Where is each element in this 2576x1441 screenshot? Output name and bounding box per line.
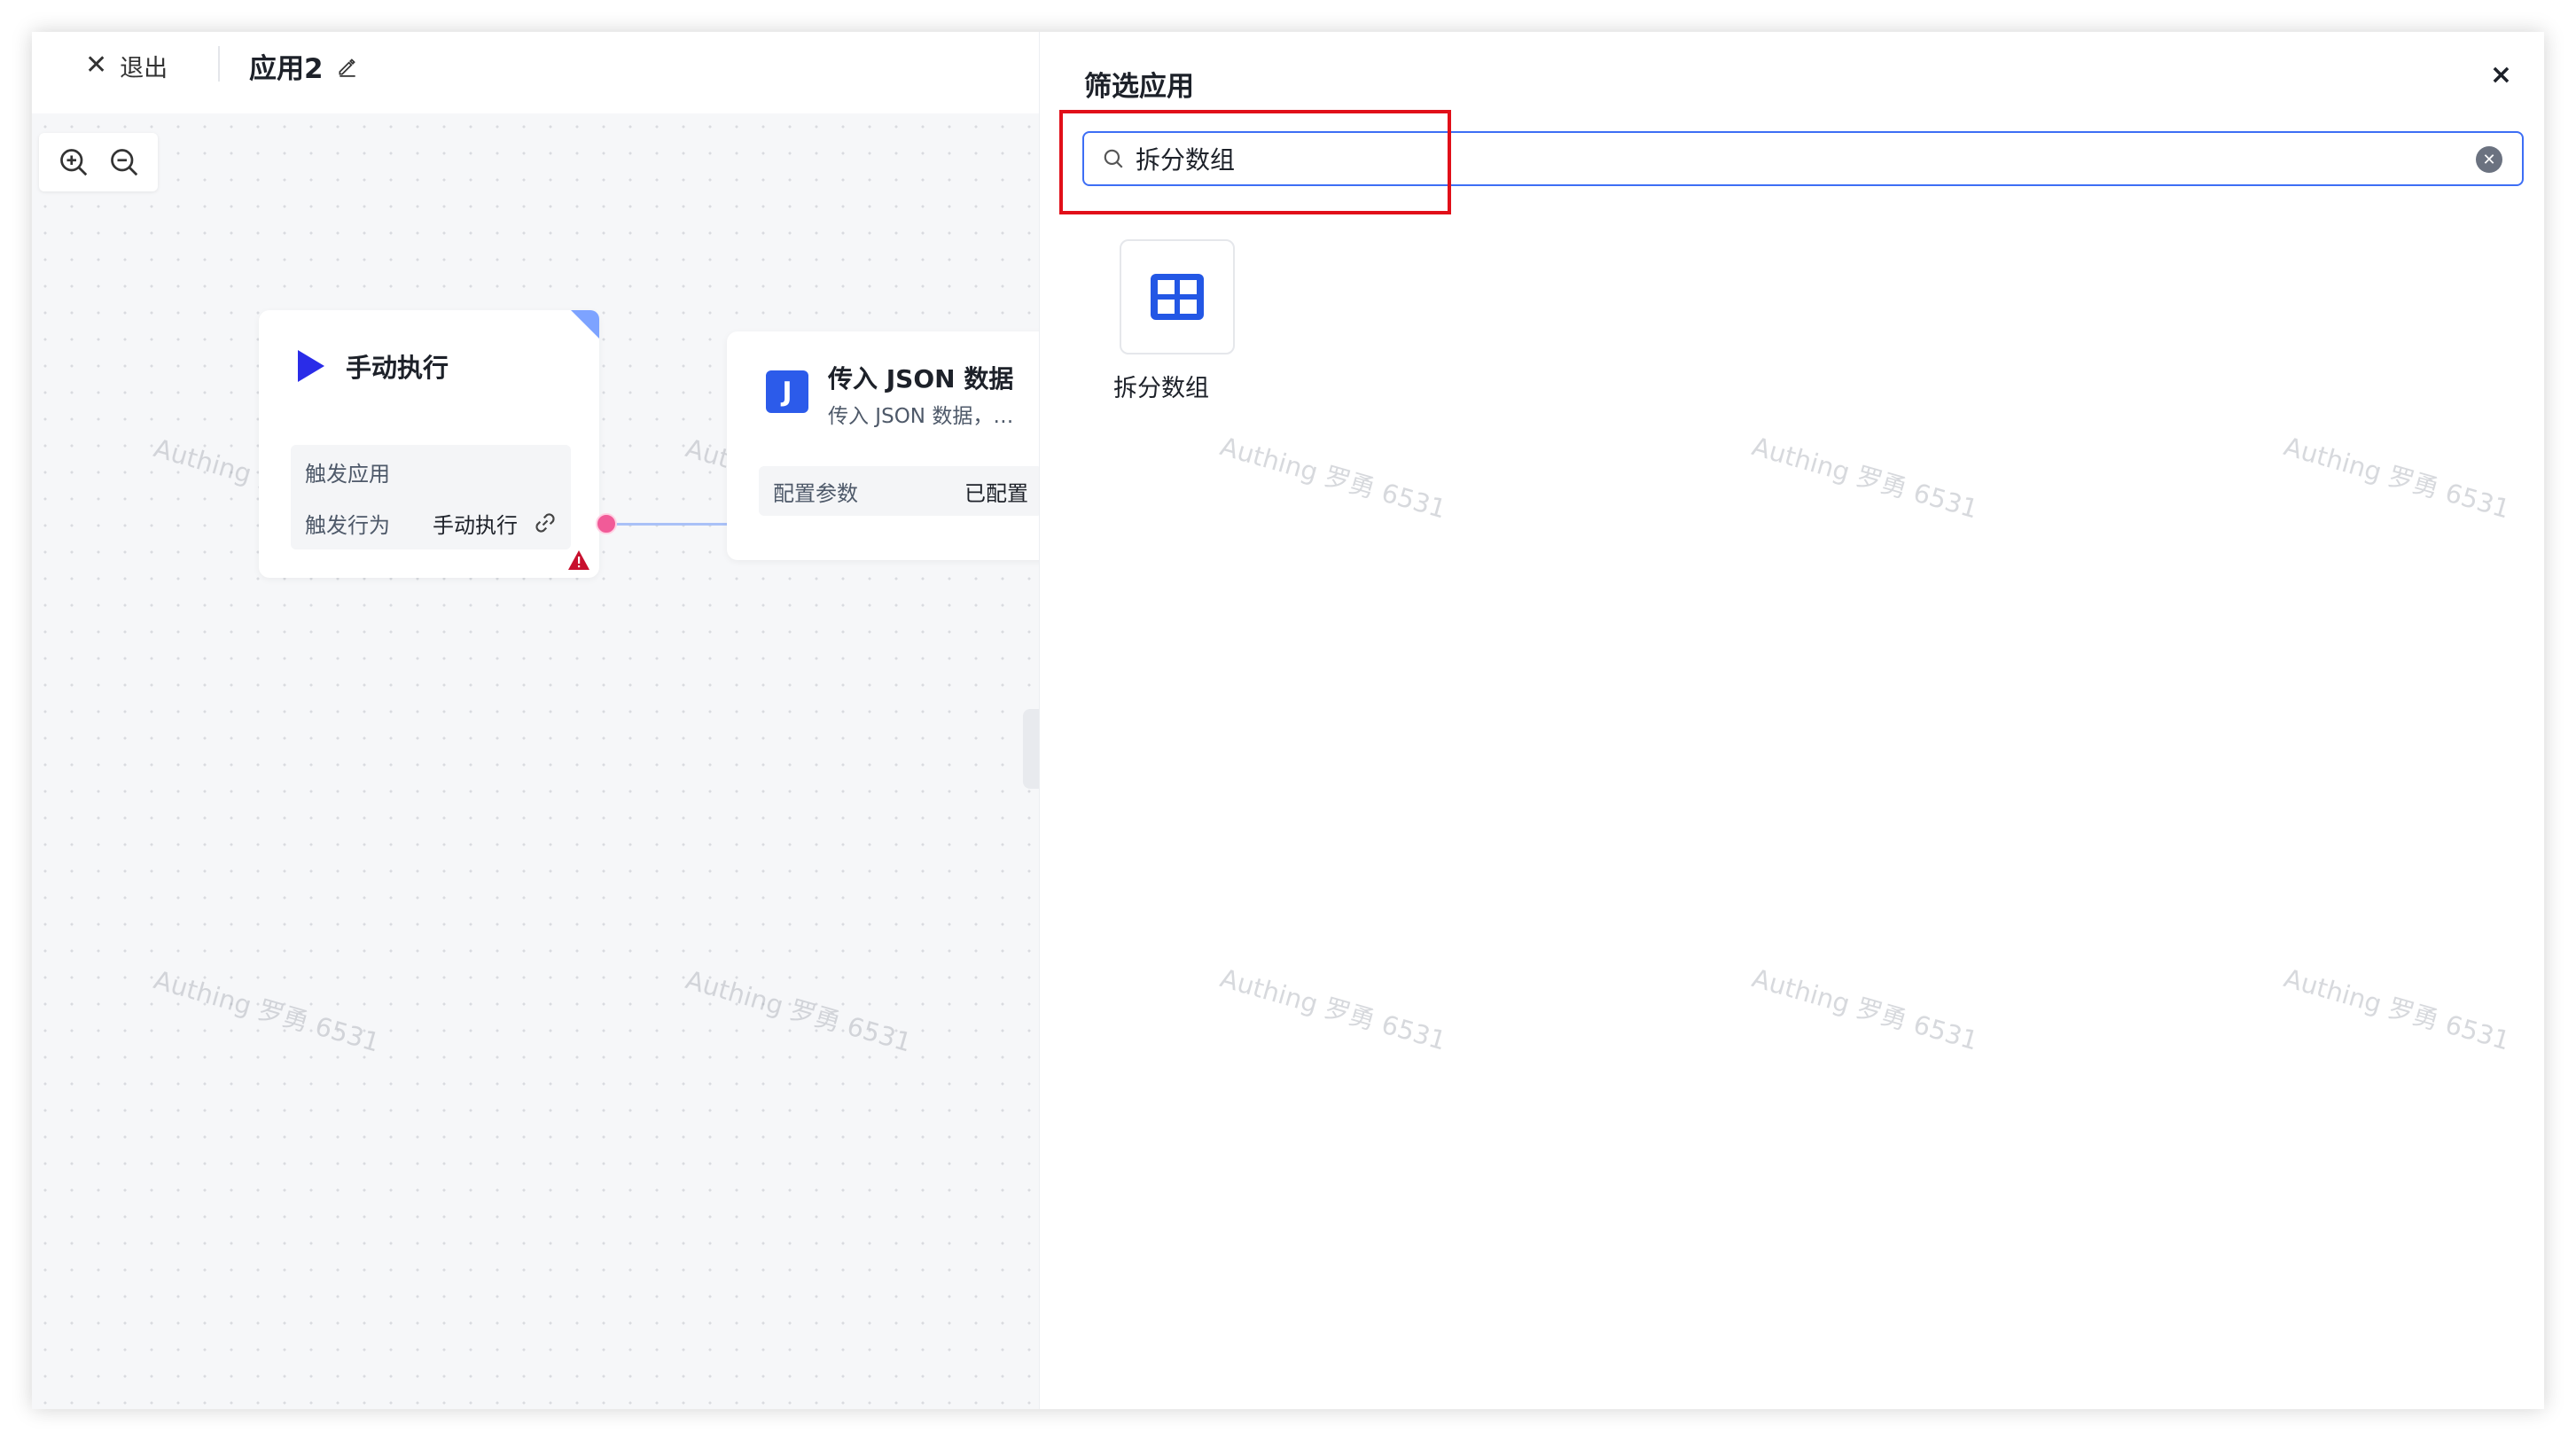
grid-icon [1151, 274, 1204, 320]
watermark: Authing 罗勇 6531 [682, 964, 916, 1058]
warning-icon [568, 550, 589, 570]
prop-row: 触发应用 [305, 454, 558, 489]
edit-icon[interactable] [336, 55, 359, 78]
play-icon [298, 350, 324, 382]
node-title: 手动执行 [346, 353, 449, 383]
panel-close-button[interactable]: × [2490, 62, 2512, 89]
node-manual-trigger[interactable]: 手动执行 触发应用 触发行为 手动执行 [259, 310, 599, 578]
watermark: Authing 罗勇 6531 [1748, 431, 1982, 525]
zoom-out-icon [110, 149, 137, 176]
exit-label: 退出 [120, 54, 168, 82]
node-config-row: 配置参数 已配置 [759, 466, 1039, 516]
prop-value-group: 手动执行 [433, 508, 558, 539]
node-title: 传入 JSON 数据 [828, 364, 1014, 393]
connector-line [606, 523, 741, 526]
app-title: 应用2 [249, 53, 324, 85]
watermark: Authing 罗勇 6531 [150, 964, 384, 1058]
node-corner-marker [571, 310, 599, 339]
app-window: ✕ 退出 应用2 Authing Authing 罗勇 6531 Authing… [32, 32, 2544, 1409]
search-input[interactable] [1136, 144, 2421, 174]
zoom-in-button[interactable] [56, 144, 91, 180]
watermark: Authing 罗勇 6531 [1748, 962, 1982, 1056]
watermark: Authing 罗勇 6531 [1216, 962, 1450, 1056]
result-card-split-array[interactable] [1120, 239, 1235, 354]
link-icon[interactable] [532, 510, 558, 536]
result-label: 拆分数组 [1113, 375, 1209, 402]
config-value: 已配置 [964, 480, 1028, 506]
config-label: 配置参数 [773, 480, 858, 506]
zoom-in-icon [59, 149, 87, 176]
prop-row: 触发行为 手动执行 [305, 505, 558, 541]
app-title-group: 应用2 [249, 46, 359, 86]
panel-title: 筛选应用 [1084, 71, 1194, 103]
prop-label: 触发行为 [305, 512, 390, 538]
node-description: 传入 JSON 数据，… [828, 405, 1014, 428]
prop-value: 手动执行 [433, 512, 518, 538]
divider [218, 46, 220, 82]
exit-button[interactable]: ✕ 退出 [85, 48, 168, 83]
watermark: Authing 罗勇 6531 [2280, 962, 2514, 1056]
zoom-controls [39, 133, 158, 191]
watermark: Authing 罗勇 6531 [2280, 431, 2514, 525]
search-box: ✕ [1082, 131, 2524, 186]
clear-icon: ✕ [2482, 150, 2496, 169]
watermark: Authing 罗勇 6531 [1216, 431, 1450, 525]
output-port[interactable] [596, 513, 617, 534]
node-properties: 触发应用 触发行为 手动执行 [291, 445, 571, 549]
filter-app-panel: 筛选应用 × ✕ 拆分数组 Authing 罗勇 6531 Authin [1039, 32, 2544, 1409]
prop-label: 触发应用 [305, 461, 390, 487]
clear-search-button[interactable]: ✕ [2476, 146, 2502, 173]
json-icon: J [766, 370, 808, 413]
panel-collapse-handle[interactable] [1023, 709, 1039, 789]
top-bar: ✕ 退出 应用2 [32, 32, 1039, 113]
zoom-out-button[interactable] [106, 144, 142, 180]
node-json-input[interactable]: J 传入 JSON 数据 传入 JSON 数据，… 配置参数 已配置 [727, 331, 1039, 560]
close-icon: ✕ [85, 50, 108, 81]
search-icon [1104, 149, 1123, 168]
workflow-canvas[interactable]: Authing 罗勇 6531 Authing 罗勇 6531 Authing … [32, 113, 1039, 1409]
